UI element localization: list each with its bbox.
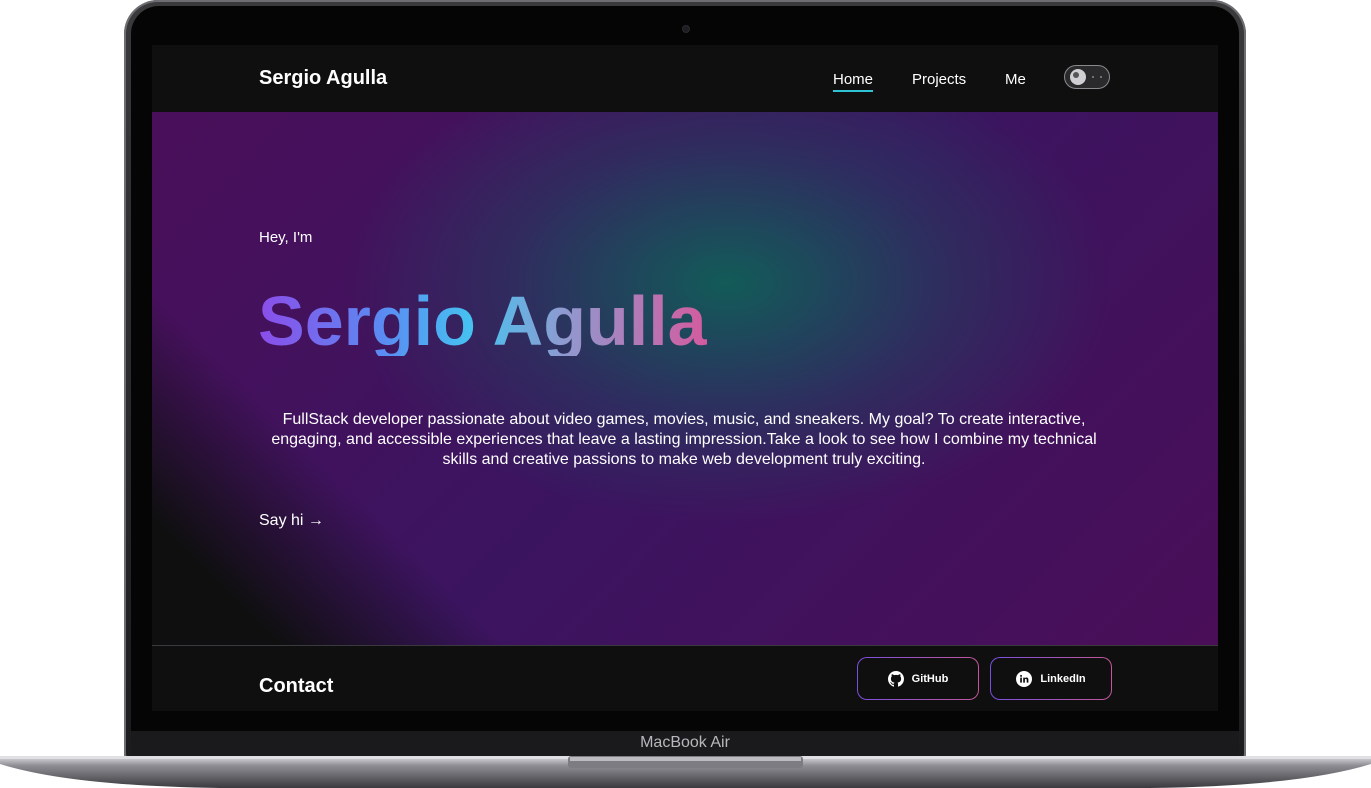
navbar: Sergio Agulla Home Projects Me	[152, 45, 1218, 112]
moon-icon	[1070, 69, 1086, 85]
site-logo[interactable]: Sergio Agulla	[259, 67, 387, 90]
hero-shadow	[152, 112, 1218, 645]
contact-heading: Contact	[259, 675, 334, 697]
device-brand-label: MacBook Air	[640, 734, 730, 751]
screen: Sergio Agulla Home Projects Me Hey, I'm …	[152, 45, 1218, 711]
hero-section: Hey, I'm Sergio Agulla FullStack develop…	[152, 112, 1218, 645]
camera-icon	[683, 26, 689, 32]
nav-link-projects[interactable]: Projects	[912, 71, 966, 88]
nav-link-me[interactable]: Me	[1005, 71, 1026, 88]
toggle-dot	[1092, 76, 1094, 78]
theme-toggle[interactable]	[1064, 65, 1110, 89]
laptop-base	[0, 756, 1371, 788]
hero-greeting: Hey, I'm	[259, 229, 313, 246]
nav-link-home[interactable]: Home	[833, 71, 874, 92]
hero-bio: FullStack developer passionate about vid…	[271, 411, 1097, 468]
linkedin-label: LinkedIn	[1040, 672, 1086, 685]
say-hi-link[interactable]: Say hi →	[259, 512, 324, 530]
github-icon	[887, 670, 904, 687]
linkedin-icon	[1016, 670, 1033, 687]
toggle-dot	[1100, 76, 1102, 78]
github-button[interactable]: GitHub	[857, 657, 979, 700]
footer: Contact GitHub LinkedIn	[152, 646, 1218, 711]
github-label: GitHub	[911, 672, 949, 685]
linkedin-button[interactable]: LinkedIn	[990, 657, 1112, 700]
hero-name: Sergio Agulla	[258, 282, 707, 360]
